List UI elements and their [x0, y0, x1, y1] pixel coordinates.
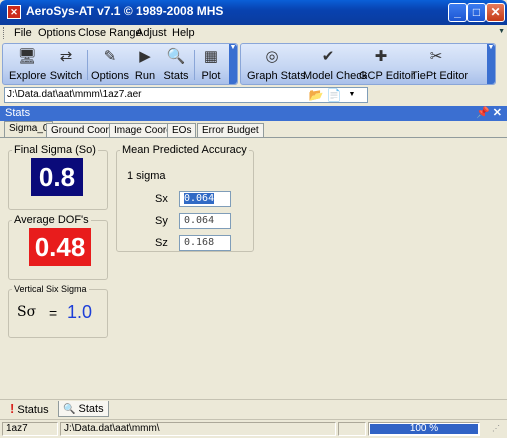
- bottom-tabs: ! Status 🔍 Stats: [0, 399, 507, 419]
- stats-icon: 🔍: [166, 48, 186, 65]
- computer-icon: 🖥: [17, 48, 37, 65]
- sx-field[interactable]: 0.064: [179, 191, 231, 207]
- one-sigma-label: 1 sigma: [127, 170, 166, 182]
- six-sigma-value: 1.0: [67, 302, 93, 322]
- window-title: AeroSys-AT v7.1 © 1989-2008 MHS: [26, 4, 224, 18]
- toolbar-separator: [194, 50, 195, 80]
- model-check-icon: ✔: [321, 48, 335, 65]
- stats-tabs: Sigma_0 Ground Coords Image Coords EOs E…: [0, 121, 507, 138]
- toolbar-overflow-icon[interactable]: ▼: [487, 44, 495, 84]
- resize-grip-icon[interactable]: ⋰: [492, 424, 500, 433]
- toolbar-separator: [87, 50, 88, 80]
- final-sigma-label: Final Sigma (So): [14, 144, 96, 156]
- bottom-tab-status[interactable]: ! Status: [6, 401, 53, 417]
- progress-bar: 100 %: [368, 422, 480, 436]
- sz-label: Sz: [155, 237, 168, 249]
- tab-eos[interactable]: EOs: [167, 123, 197, 137]
- graph-stats-button[interactable]: ◎ Graph Stats: [247, 46, 306, 84]
- open-folder-icon[interactable]: 📂: [308, 87, 324, 103]
- graph-stats-icon: ◎: [265, 48, 279, 65]
- maximize-button[interactable]: □: [467, 3, 486, 22]
- sz-field[interactable]: 0.168: [179, 235, 231, 251]
- options-icon: ✎: [103, 48, 117, 65]
- menu-bar: File Options Close Range Adjust Help ▼: [0, 25, 507, 41]
- exclamation-icon: !: [10, 401, 15, 416]
- main-toolbar: 🖥 Explore ⇄ Switch ✎ Options ▶ Run 🔍 Sta…: [2, 43, 238, 85]
- explore-button[interactable]: 🖥 Explore: [9, 46, 46, 84]
- stats-panel-header: Stats 📌 ✕: [0, 106, 507, 121]
- toolbar-overflow-icon[interactable]: ▼: [229, 44, 237, 84]
- menu-close-range[interactable]: Close Range: [78, 27, 142, 39]
- status-bar: 1az7 J:\Data.dat\aat\mmm\ 100 % ⋰: [0, 419, 507, 438]
- close-button[interactable]: ✕: [486, 3, 505, 22]
- sy-field[interactable]: 0.064: [179, 213, 231, 229]
- average-dof-value: 0.48: [29, 228, 91, 266]
- menu-overflow-icon[interactable]: ▼: [498, 28, 505, 35]
- mean-accuracy-label: Mean Predicted Accuracy: [122, 144, 247, 156]
- vertical-six-sigma-group: Vertical Six Sigma Sσ = 1.0: [8, 284, 108, 338]
- menu-grip[interactable]: [3, 27, 7, 39]
- title-bar: ✕ AeroSys-AT v7.1 © 1989-2008 MHS _ □ ✕: [0, 0, 507, 25]
- run-button[interactable]: ▶ Run: [133, 46, 157, 84]
- stats-button[interactable]: 🔍 Stats: [161, 46, 191, 84]
- bottom-tab-stats[interactable]: 🔍 Stats: [58, 401, 109, 417]
- switch-button[interactable]: ⇄ Switch: [49, 46, 83, 84]
- final-sigma-group: Final Sigma (So) 0.8: [8, 144, 108, 210]
- final-sigma-value: 0.8: [31, 158, 83, 196]
- menu-file[interactable]: File: [14, 27, 32, 39]
- play-icon: ▶: [139, 48, 151, 65]
- tab-error-budget[interactable]: Error Budget: [197, 123, 264, 137]
- pin-icon[interactable]: 📌: [476, 106, 490, 119]
- menu-help[interactable]: Help: [172, 27, 195, 39]
- sigma-0-content: Final Sigma (So) 0.8 Average DOF's 0.48 …: [0, 137, 507, 400]
- path-dropdown-icon[interactable]: ▼: [344, 87, 360, 103]
- switch-icon: ⇄: [59, 48, 73, 65]
- status-path: J:\Data.dat\aat\mmm\: [60, 422, 336, 436]
- tiept-editor-icon: ✂: [429, 48, 443, 65]
- plot-grid-icon: ▦: [203, 48, 219, 65]
- average-dof-label: Average DOF's: [14, 214, 89, 226]
- six-sigma-equals: =: [49, 305, 58, 321]
- menu-options[interactable]: Options: [38, 27, 76, 39]
- status-file: 1az7: [2, 422, 58, 436]
- tiept-editor-button[interactable]: ✂ TiePt Editor: [411, 46, 468, 84]
- gcp-editor-icon: ✚: [374, 48, 388, 65]
- minimize-button[interactable]: _: [448, 3, 467, 22]
- menu-adjust[interactable]: Adjust: [136, 27, 167, 39]
- options-button[interactable]: ✎ Options: [91, 46, 129, 84]
- gcp-editor-button[interactable]: ✚ GCP Editor: [359, 46, 414, 84]
- average-dof-group: Average DOF's 0.48: [8, 214, 108, 280]
- sx-label: Sx: [155, 193, 168, 205]
- progress-label: 100 %: [409, 423, 439, 434]
- plot-button[interactable]: ▦ Plot: [197, 46, 225, 84]
- stats-tab-icon: 🔍: [63, 404, 76, 415]
- document-icon[interactable]: 📄: [326, 87, 342, 103]
- status-empty-panel: [338, 422, 366, 436]
- sy-label: Sy: [155, 215, 168, 227]
- secondary-toolbar: ◎ Graph Stats ✔ Model Check ✚ GCP Editor…: [240, 43, 496, 85]
- mean-accuracy-group: Mean Predicted Accuracy 1 sigma Sx 0.064…: [116, 144, 254, 252]
- app-icon[interactable]: ✕: [7, 5, 21, 19]
- six-sigma-symbol: Sσ: [17, 304, 37, 320]
- stats-panel-title: Stats: [5, 107, 31, 119]
- panel-close-icon[interactable]: ✕: [493, 106, 502, 119]
- vertical-six-sigma-label: Vertical Six Sigma: [14, 284, 87, 294]
- model-check-button[interactable]: ✔ Model Check: [303, 46, 367, 84]
